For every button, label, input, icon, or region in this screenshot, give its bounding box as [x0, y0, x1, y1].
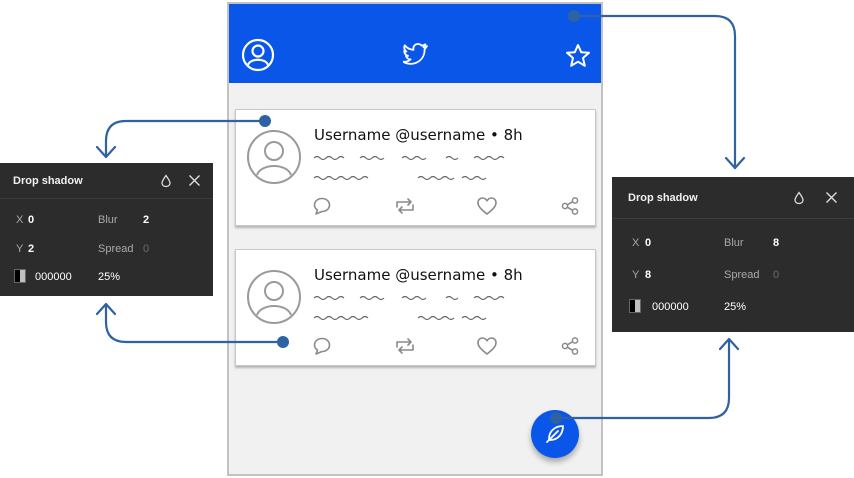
- connector-arrows: [95, 10, 746, 424]
- connector-dot: [550, 412, 562, 424]
- arrow-header-to-large-shadow: [572, 14, 737, 170]
- connector-dot: [277, 336, 289, 348]
- arrow-fab-to-large-shadow: [554, 338, 731, 420]
- arrow-card-to-small-shadow: [104, 119, 267, 158]
- connector-dot: [259, 115, 271, 127]
- arrow-card2-to-small-shadow: [104, 303, 285, 344]
- connector-dot: [568, 10, 580, 22]
